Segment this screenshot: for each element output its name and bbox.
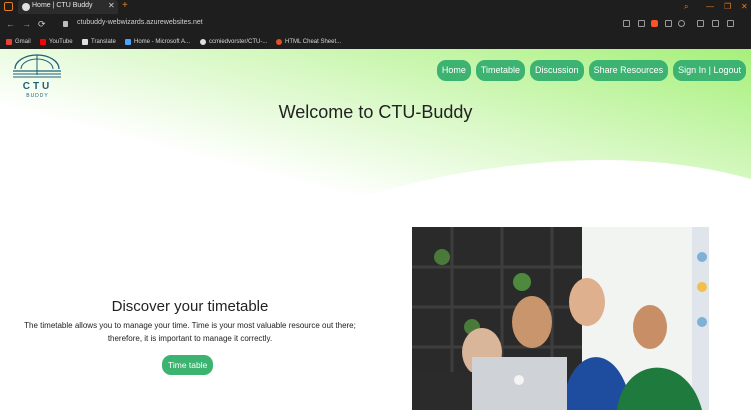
bookmark-label: YouTube [49,39,73,45]
restore-icon[interactable]: ❐ [724,1,731,12]
nav-discussion[interactable]: Discussion [530,60,584,81]
wallet-icon[interactable] [727,20,734,27]
ctu-buddy-logo[interactable]: CTU BUDDY [10,51,65,103]
bookmark-github[interactable]: ccmiedvorster/CTU-... [200,37,267,47]
azure-icon [125,39,131,45]
page-title: Welcome to CTU-Buddy [278,102,473,122]
play-icon[interactable] [665,20,672,27]
bookmark-label: Gmail [15,39,31,45]
nav-home[interactable]: Home [436,60,471,81]
tab-actions-icon[interactable] [4,2,13,11]
bookmark-label: ccmiedvorster/CTU-... [209,39,268,45]
forward-icon[interactable]: → [22,18,31,30]
download-icon[interactable] [712,20,719,27]
shield-icon[interactable] [651,20,658,27]
search-icon[interactable]: ⌕ [684,1,688,12]
translate-icon [82,39,88,45]
favicon-icon [22,3,30,11]
tab-title: Home | CTU Buddy [32,2,93,9]
github-icon [200,39,206,45]
minimize-icon[interactable]: — [706,1,714,12]
web-page: CTU BUDDY Home Timetable Discussion Shar… [0,49,751,412]
bookmark-label: Translate [91,39,116,45]
bookmark-label: Home - Microsoft A... [134,39,191,45]
close-window-icon[interactable]: ✕ [741,1,748,12]
reload-icon[interactable]: ⟳ [38,18,46,30]
browser-tab-bar: Home | CTU Buddy ✕ + ⌕ — ❐ ✕ [0,0,751,14]
main-nav: Home Timetable Discussion Share Resource… [436,60,746,81]
bookmark-youtube[interactable]: YouTube [40,37,73,47]
nav-share-resources[interactable]: Share Resources [588,60,669,81]
share-icon[interactable] [623,20,630,27]
browser-tab[interactable]: Home | CTU Buddy ✕ [18,0,118,14]
menu-icon[interactable] [741,20,748,27]
back-icon[interactable]: ← [6,18,15,30]
lock-icon [63,21,68,27]
bookmark-microsoft[interactable]: Home - Microsoft A... [125,37,190,47]
bookmark-html-cheatsheet[interactable]: HTML Cheat Sheet... [276,37,341,47]
html5-icon [276,39,282,45]
students-photo [412,227,709,410]
youtube-icon [40,39,46,45]
new-tab-button[interactable]: + [122,0,128,12]
extensions-icon[interactable] [697,20,704,27]
heart-icon[interactable] [678,20,685,27]
bookmarks-bar: Gmail YouTube Translate Home - Microsoft… [0,35,751,49]
reader-icon[interactable] [638,20,645,27]
logo-subtext: BUDDY [26,93,49,99]
nav-sign-in-logout[interactable]: Sign In | Logout [673,60,746,81]
section-description: The timetable allows you to manage your … [24,321,356,343]
bookmark-translate[interactable]: Translate [82,37,116,47]
address-bar: ← → ⟳ ctubuddy-webwizards.azurewebsites.… [0,14,751,35]
tab-close-icon[interactable]: ✕ [108,1,115,11]
nav-timetable[interactable]: Timetable [475,60,526,81]
logo-text: CTU [22,81,53,92]
bookmark-label: HTML Cheat Sheet... [285,39,342,45]
url-field[interactable]: ctubuddy-webwizards.azurewebsites.net [77,19,203,26]
timetable-button[interactable]: Time table [162,355,214,375]
gmail-icon [6,39,12,45]
section-title: Discover your timetable [111,298,269,315]
bookmark-gmail[interactable]: Gmail [6,37,31,47]
